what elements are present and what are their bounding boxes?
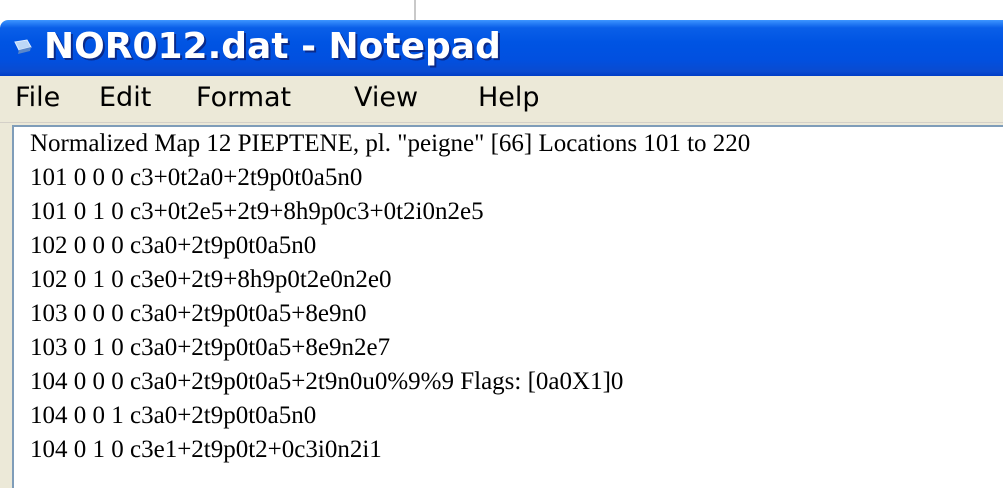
menu-view[interactable]: View [354,81,418,115]
title-bar[interactable]: NOR012.dat - Notepad [0,20,1003,76]
text-editor[interactable]: Normalized Map 12 PIEPTENE, pl. "peigne"… [12,125,1003,488]
menu-bar: File Edit Format View Help [0,76,1003,123]
text-line: Normalized Map 12 PIEPTENE, pl. "peigne"… [30,130,751,157]
text-line: 104 0 0 1 c3a0+2t9p0t0a5n0 [30,402,317,429]
menu-help[interactable]: Help [478,81,540,115]
text-line: 101 0 1 0 c3+0t2e5+2t9+8h9p0c3+0t2i0n2e5 [30,198,484,225]
notepad-icon[interactable] [13,39,33,57]
text-line: 104 0 1 0 c3e1+2t9p0t2+0c3i0n2i1 [30,436,382,463]
background-window-strip [0,0,1003,22]
menu-file[interactable]: File [15,81,60,115]
text-line: 102 0 1 0 c3e0+2t9+8h9p0t2e0n2e0 [30,266,392,293]
window-title: NOR012.dat - Notepad [44,26,501,67]
text-line: 104 0 0 0 c3a0+2t9p0t0a5+2t9n0u0%9%9 Fla… [30,368,624,395]
notepad-window: NOR012.dat - Notepad File Edit Format Vi… [0,20,1003,488]
menu-edit[interactable]: Edit [99,81,151,115]
text-line: 102 0 0 0 c3a0+2t9p0t0a5n0 [30,232,317,259]
menu-format[interactable]: Format [196,81,291,115]
background-window-divider [414,0,416,20]
text-line: 101 0 0 0 c3+0t2a0+2t9p0t0a5n0 [30,164,363,191]
text-line: 103 0 0 0 c3a0+2t9p0t0a5+8e9n0 [30,300,367,327]
text-line: 103 0 1 0 c3a0+2t9p0t0a5+8e9n2e7 [30,334,391,361]
screen: NOR012.dat - Notepad File Edit Format Vi… [0,0,1003,488]
